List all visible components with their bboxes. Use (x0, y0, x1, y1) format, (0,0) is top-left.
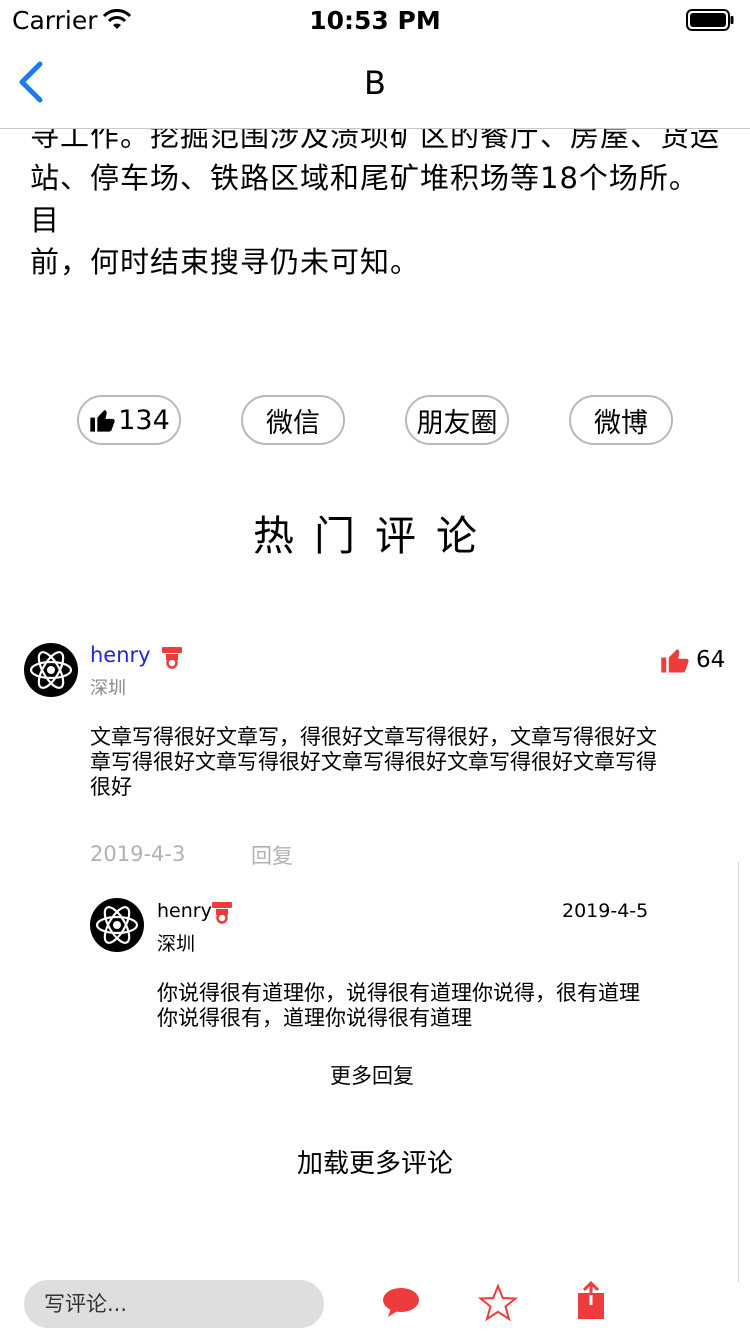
share-upload-icon[interactable] (576, 1281, 606, 1321)
reply-city: 深圳 (157, 933, 196, 955)
more-replies-button[interactable]: 更多回复 (330, 1060, 414, 1090)
comment-like-count: 64 (696, 647, 726, 673)
article-line: 寻工作。挖掘范围涉及溃坝矿区的餐厅、房屋、货运 (30, 129, 720, 153)
share-moments-button[interactable]: 朋友圈 (405, 395, 509, 445)
page-title: B (364, 64, 386, 102)
reply-avatar[interactable] (90, 898, 144, 952)
comment-city: 深圳 (90, 678, 126, 699)
comment-username[interactable]: henry (90, 643, 151, 667)
vip-badge-icon (212, 902, 232, 924)
comment-date: 2019-4-3 (90, 842, 186, 866)
battery-icon (686, 9, 734, 31)
article-body: 寻工作。挖掘范围涉及溃坝矿区的餐厅、房屋、货运 站、停车场、铁路区域和尾矿堆积场… (30, 129, 720, 369)
comment-like-button[interactable]: 64 (660, 645, 725, 675)
comment-text: 文章写得很好文章写，得很好文章写得很好，文章写得很好文章写得很好文章写得很好文章… (90, 725, 657, 799)
reply-button[interactable]: 回复 (251, 840, 293, 870)
reply-date: 2019-4-5 (562, 900, 649, 922)
navigation-bar: B (0, 40, 750, 129)
like-count: 134 (118, 404, 170, 436)
atom-icon (29, 651, 73, 689)
reply-text: 你说得很有道理你，说得很有道理你说得，很有道理你说得很有，道理你说得很有道理 (157, 981, 640, 1030)
vip-badge-icon (162, 647, 182, 669)
scroll-indicator (738, 862, 739, 1282)
hot-comments-heading: 热门评论 (253, 512, 497, 560)
like-article-button[interactable]: 134 (77, 395, 181, 445)
thumbs-up-icon (661, 649, 689, 673)
share-weibo-button[interactable]: 微博 (569, 395, 673, 445)
share-wechat-button[interactable]: 微信 (241, 395, 345, 445)
star-icon[interactable] (478, 1283, 518, 1323)
clock: 10:53 PM (309, 6, 441, 35)
write-comment-input[interactable]: 写评论... (24, 1280, 324, 1328)
article-line: 站、停车场、铁路区域和尾矿堆积场等18个场所。目 (30, 161, 699, 237)
status-bar: Carrier 10:53 PM (0, 0, 750, 40)
comment-bubble-icon[interactable] (382, 1286, 420, 1318)
load-more-comments-button[interactable]: 加载更多评论 (0, 1143, 750, 1180)
thumbs-up-icon (90, 410, 115, 432)
atom-icon (95, 906, 139, 944)
article-line: 前，何时结束搜寻仍未可知。 (30, 245, 421, 279)
reply-username[interactable]: henry (157, 900, 212, 922)
avatar[interactable] (24, 643, 78, 697)
